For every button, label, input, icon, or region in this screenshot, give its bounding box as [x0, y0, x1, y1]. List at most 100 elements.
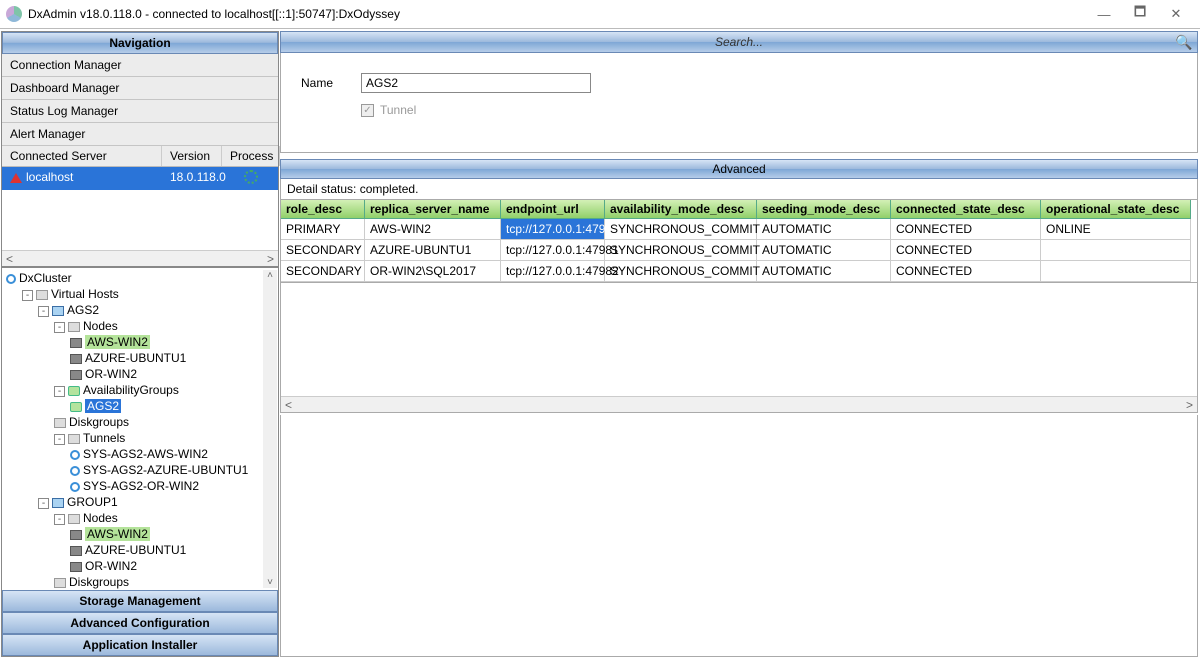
name-input[interactable]	[361, 73, 591, 93]
tree-node-aws-win2[interactable]: AWS-WIN2	[85, 335, 150, 349]
ag-icon	[68, 386, 80, 396]
advanced-header[interactable]: Advanced	[280, 159, 1198, 179]
nav-status-log-manager[interactable]: Status Log Manager	[2, 100, 278, 123]
server-icon	[70, 562, 82, 572]
name-label: Name	[301, 76, 361, 90]
table-cell[interactable]: AUTOMATIC	[757, 219, 891, 240]
table-cell[interactable]: SECONDARY	[281, 240, 365, 261]
table-cell[interactable]: AUTOMATIC	[757, 240, 891, 261]
col-seeding-mode[interactable]: seeding_mode_desc	[757, 200, 891, 219]
grid-hscroll[interactable]: <>	[281, 396, 1197, 412]
expander-icon[interactable]: -	[54, 386, 65, 397]
col-operational-state[interactable]: operational_state_desc	[1041, 200, 1191, 219]
search-icon[interactable]: 🔍	[1175, 34, 1191, 50]
tree-node-azure-ubuntu1[interactable]: AZURE-UBUNTU1	[85, 351, 186, 365]
tree-tunnels[interactable]: Tunnels	[83, 431, 125, 445]
server-row-selected[interactable]: localhost 18.0.118.0	[2, 167, 278, 190]
table-cell[interactable]: tcp://127.0.0.1:47981	[501, 240, 605, 261]
tree-ags2[interactable]: AGS2	[67, 303, 99, 317]
section-advanced-configuration[interactable]: Advanced Configuration	[2, 612, 278, 634]
table-cell[interactable]: ONLINE	[1041, 219, 1191, 240]
server-list-space	[2, 190, 278, 250]
expander-icon[interactable]: -	[54, 434, 65, 445]
table-row[interactable]: SECONDARYAZURE-UBUNTU1tcp://127.0.0.1:47…	[281, 240, 1197, 261]
col-endpoint-url[interactable]: endpoint_url	[501, 200, 605, 219]
tree-tunnel-1[interactable]: SYS-AGS2-AZURE-UBUNTU1	[83, 463, 248, 477]
table-cell[interactable]: tcp://127.0.0.1:47982	[501, 261, 605, 282]
table-row[interactable]: PRIMARYAWS-WIN2tcp://127.0.0.1:47980SYNC…	[281, 219, 1197, 240]
tree-node-azure-ubuntu1[interactable]: AZURE-UBUNTU1	[85, 543, 186, 557]
nav-connection-manager[interactable]: Connection Manager	[2, 54, 278, 77]
table-cell[interactable]: SECONDARY	[281, 261, 365, 282]
table-cell[interactable]: AZURE-UBUNTU1	[365, 240, 501, 261]
expander-icon[interactable]: -	[54, 322, 65, 333]
table-cell[interactable]: CONNECTED	[891, 219, 1041, 240]
nav-header: Navigation	[2, 32, 278, 54]
col-connected-server[interactable]: Connected Server	[2, 146, 162, 166]
expander-icon[interactable]: -	[22, 290, 33, 301]
tree-tunnel-2[interactable]: SYS-AGS2-OR-WIN2	[83, 479, 199, 493]
section-application-installer[interactable]: Application Installer	[2, 634, 278, 656]
nav-alert-manager[interactable]: Alert Manager	[2, 123, 278, 146]
table-cell[interactable]: SYNCHRONOUS_COMMIT	[605, 240, 757, 261]
tree-diskgroups[interactable]: Diskgroups	[69, 575, 129, 589]
table-row[interactable]: SECONDARYOR-WIN2\SQL2017tcp://127.0.0.1:…	[281, 261, 1197, 282]
tree-ag-ags2[interactable]: AGS2	[85, 399, 121, 413]
grid-whitespace: <>	[280, 283, 1198, 413]
window-title: DxAdmin v18.0.118.0 - connected to local…	[28, 7, 400, 21]
section-storage-management[interactable]: Storage Management	[2, 590, 278, 612]
search-bar[interactable]: Search... 🔍	[280, 31, 1198, 53]
hosts-icon	[36, 290, 48, 300]
gear-icon	[244, 170, 258, 184]
table-cell[interactable]: CONNECTED	[891, 240, 1041, 261]
tunnel-icon	[70, 450, 80, 460]
search-placeholder: Search...	[715, 35, 763, 49]
maximize-button[interactable]: 🗖	[1122, 2, 1158, 26]
table-cell[interactable]	[1041, 240, 1191, 261]
tree-root[interactable]: DxCluster	[19, 271, 72, 285]
monitor-icon	[52, 306, 64, 316]
server-process-cell	[222, 167, 280, 190]
col-availability-mode[interactable]: availability_mode_desc	[605, 200, 757, 219]
minimize-button[interactable]: —	[1086, 2, 1122, 26]
server-name: localhost	[26, 170, 73, 184]
tree-node-or-win2[interactable]: OR-WIN2	[85, 559, 137, 573]
tree-group1[interactable]: GROUP1	[67, 495, 118, 509]
tree-virtual-hosts[interactable]: Virtual Hosts	[51, 287, 119, 301]
warning-icon	[10, 173, 22, 183]
table-cell[interactable]: SYNCHRONOUS_COMMIT	[605, 219, 757, 240]
table-cell[interactable]: tcp://127.0.0.1:47980	[501, 219, 605, 240]
table-cell[interactable]: SYNCHRONOUS_COMMIT	[605, 261, 757, 282]
tree-diskgroups[interactable]: Diskgroups	[69, 415, 129, 429]
table-cell[interactable]: AUTOMATIC	[757, 261, 891, 282]
tree-node-aws-win2[interactable]: AWS-WIN2	[85, 527, 150, 541]
server-hscroll[interactable]: <>	[2, 250, 278, 266]
tree-nodes[interactable]: Nodes	[83, 511, 118, 525]
close-button[interactable]: ✕	[1158, 2, 1194, 26]
col-version[interactable]: Version	[162, 146, 222, 166]
tunnel-icon	[70, 466, 80, 476]
tree-availability-groups[interactable]: AvailabilityGroups	[83, 383, 179, 397]
col-connected-state[interactable]: connected_state_desc	[891, 200, 1041, 219]
expander-icon[interactable]: -	[38, 498, 49, 509]
server-version-cell: 18.0.118.0	[162, 167, 222, 190]
col-process[interactable]: Process	[222, 146, 280, 166]
tunnel-checkbox: ✓	[361, 104, 374, 117]
table-cell[interactable]	[1041, 261, 1191, 282]
server-icon	[70, 546, 82, 556]
table-cell[interactable]: CONNECTED	[891, 261, 1041, 282]
nav-dashboard-manager[interactable]: Dashboard Manager	[2, 77, 278, 100]
tree-tunnel-0[interactable]: SYS-AGS2-AWS-WIN2	[83, 447, 208, 461]
tree-vscroll[interactable]: ˄˅	[263, 270, 277, 588]
tree-nodes[interactable]: Nodes	[83, 319, 118, 333]
table-cell[interactable]: AWS-WIN2	[365, 219, 501, 240]
col-role-desc[interactable]: role_desc	[281, 200, 365, 219]
expander-icon[interactable]: -	[38, 306, 49, 317]
expander-icon[interactable]: -	[54, 514, 65, 525]
diskgroups-icon	[54, 418, 66, 428]
col-replica-server-name[interactable]: replica_server_name	[365, 200, 501, 219]
table-cell[interactable]: OR-WIN2\SQL2017	[365, 261, 501, 282]
main-panel: Search... 🔍 Name ✓ Tunnel Advanced Detai…	[280, 31, 1198, 657]
tree-node-or-win2[interactable]: OR-WIN2	[85, 367, 137, 381]
table-cell[interactable]: PRIMARY	[281, 219, 365, 240]
